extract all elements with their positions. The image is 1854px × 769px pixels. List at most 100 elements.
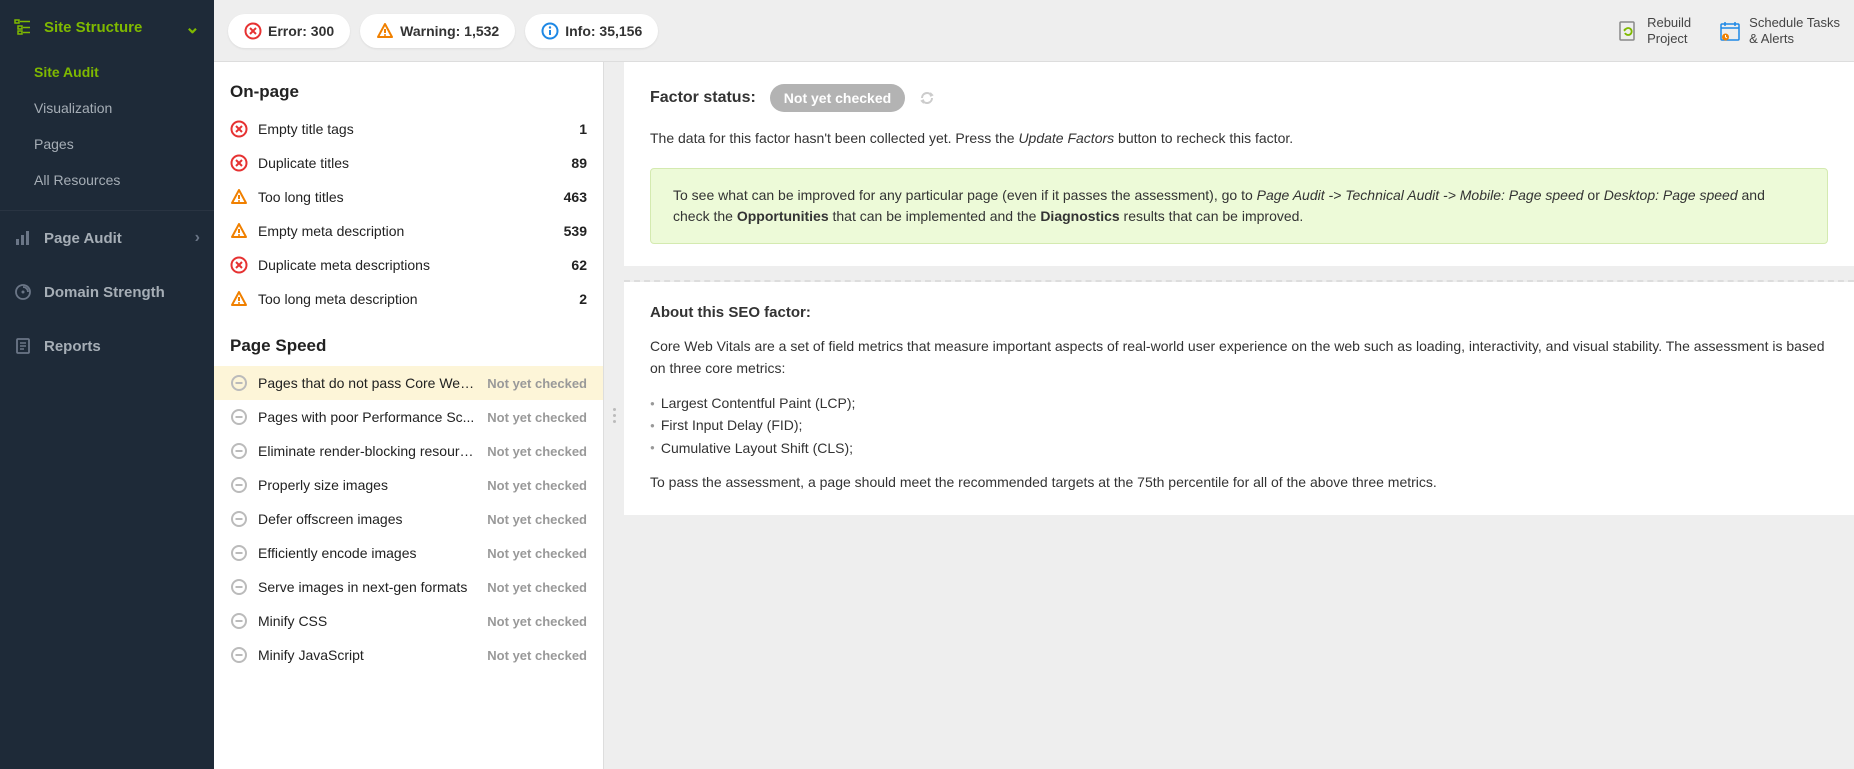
nav-site-structure[interactable]: Site Structure ⌄ <box>0 0 214 54</box>
factor-name: Duplicate meta descriptions <box>258 257 555 273</box>
factor-row[interactable]: Defer offscreen images Not yet checked <box>214 502 603 536</box>
factor-name: Minify JavaScript <box>258 647 477 663</box>
site-structure-icon <box>14 18 32 36</box>
tip-box: To see what can be improved for any part… <box>650 168 1828 244</box>
about-title: About this SEO factor: <box>650 304 1828 321</box>
nav-reports[interactable]: Reports <box>0 319 214 373</box>
factor-value: 89 <box>571 155 587 171</box>
page-audit-icon <box>14 229 32 247</box>
factor-row[interactable]: Serve images in next-gen formatsNot yet … <box>214 570 603 604</box>
factor-row[interactable]: Minify CSS Not yet checked <box>214 604 603 638</box>
factor-status: Not yet checked <box>487 648 587 663</box>
warning-icon <box>376 22 394 40</box>
section-onpage-title: On-page <box>214 62 603 112</box>
factor-status: Not yet checked <box>487 614 587 629</box>
factor-name: Duplicate titles <box>258 155 555 171</box>
factor-row[interactable]: Eliminate render-blocking resourc... Not … <box>214 434 603 468</box>
factor-status: Not yet checked <box>487 376 587 391</box>
sidebar: Site Structure ⌄ Site Audit Visualizatio… <box>0 0 214 769</box>
warning-pill[interactable]: Warning: 1,532 <box>360 14 515 48</box>
factor-value: 62 <box>571 257 587 273</box>
factor-status-label: Factor status: <box>650 89 756 107</box>
factor-row[interactable]: Duplicate titles 89 <box>214 146 603 180</box>
error-icon <box>244 22 262 40</box>
info-icon <box>541 22 559 40</box>
factor-name: Empty meta description <box>258 223 548 239</box>
factor-name: Eliminate render-blocking resourc... <box>258 443 477 459</box>
factor-status: Not yet checked <box>487 444 587 459</box>
chevron-right-icon: › <box>195 229 200 247</box>
neutral-icon <box>230 476 248 494</box>
factor-name: Empty title tags <box>258 121 563 137</box>
neutral-icon <box>230 408 248 426</box>
error-icon <box>230 154 248 172</box>
factor-value: 539 <box>564 223 587 239</box>
rebuild-line1: Rebuild <box>1647 15 1691 30</box>
factor-value: 2 <box>579 291 587 307</box>
factor-name: Defer offscreen images <box>258 511 477 527</box>
neutral-icon <box>230 646 248 664</box>
factor-status-badge: Not yet checked <box>770 84 905 112</box>
factor-row[interactable]: Empty title tags 1 <box>214 112 603 146</box>
error-pill[interactable]: Error: 300 <box>228 14 350 48</box>
factor-name: Too long meta description <box>258 291 563 307</box>
error-icon <box>230 120 248 138</box>
schedule-line2: & Alerts <box>1749 31 1794 46</box>
neutral-icon <box>230 374 248 392</box>
neutral-icon <box>230 544 248 562</box>
nav-site-structure-label: Site Structure <box>44 19 142 36</box>
domain-strength-icon <box>14 283 32 301</box>
nav-page-audit[interactable]: Page Audit › <box>0 211 214 265</box>
neutral-icon <box>230 442 248 460</box>
rebuild-project-button[interactable]: RebuildProject <box>1617 15 1691 46</box>
factors-panel: On-page Empty title tags 1 Duplicate title… <box>214 62 604 769</box>
info-pill[interactable]: Info: 35,156 <box>525 14 658 48</box>
nav-page-audit-label: Page Audit <box>44 230 122 247</box>
factor-name: Minify CSS <box>258 613 477 629</box>
error-pill-label: Error: 300 <box>268 23 334 39</box>
warning-pill-label: Warning: 1,532 <box>400 23 499 39</box>
nav-pages[interactable]: Pages <box>0 126 214 162</box>
about-body: Core Web Vitals are a set of field metri… <box>650 335 1828 493</box>
factor-name: Too long titles <box>258 189 548 205</box>
factor-name: Pages that do not pass Core Web... <box>258 375 477 391</box>
schedule-tasks-button[interactable]: Schedule Tasks& Alerts <box>1719 15 1840 46</box>
warning-icon <box>230 222 248 240</box>
factor-row[interactable]: Duplicate meta descriptions 62 <box>214 248 603 282</box>
nav-domain-strength[interactable]: Domain Strength <box>0 265 214 319</box>
factor-row[interactable]: Too long meta description 2 <box>214 282 603 316</box>
factor-status-desc: The data for this factor hasn't been col… <box>650 130 1828 146</box>
factor-name: Properly size images <box>258 477 477 493</box>
factor-row[interactable]: Pages with poor Performance Sc... Not yet… <box>214 400 603 434</box>
factor-row[interactable]: Empty meta description 539 <box>214 214 603 248</box>
warning-icon <box>230 290 248 308</box>
nav-visualization[interactable]: Visualization <box>0 90 214 126</box>
info-pill-label: Info: 35,156 <box>565 23 642 39</box>
factor-row[interactable]: Minify JavaScript Not yet checked <box>214 638 603 672</box>
factor-status: Not yet checked <box>487 478 587 493</box>
nav-reports-label: Reports <box>44 338 101 355</box>
factor-row[interactable]: Properly size images Not yet checked <box>214 468 603 502</box>
factor-name: Pages with poor Performance Sc... <box>258 409 477 425</box>
nav-all-resources[interactable]: All Resources <box>0 162 214 198</box>
nav-site-audit[interactable]: Site Audit <box>0 54 214 90</box>
factor-status: Not yet checked <box>487 410 587 425</box>
refresh-icon[interactable] <box>919 90 935 106</box>
calendar-icon <box>1719 20 1741 42</box>
factor-value: 463 <box>564 189 587 205</box>
factor-row[interactable]: Too long titles 463 <box>214 180 603 214</box>
factor-row[interactable]: Efficiently encode imagesNot yet checked <box>214 536 603 570</box>
panel-resize-handle[interactable] <box>604 62 624 769</box>
nav-domain-strength-label: Domain Strength <box>44 284 165 301</box>
factor-value: 1 <box>579 121 587 137</box>
error-icon <box>230 256 248 274</box>
rebuild-line2: Project <box>1647 31 1687 46</box>
topbar: Error: 300 Warning: 1,532 Info: 35,156 R <box>214 0 1854 62</box>
schedule-line1: Schedule Tasks <box>1749 15 1840 30</box>
factor-status: Not yet checked <box>487 512 587 527</box>
factor-row[interactable]: Pages that do not pass Core Web... Not ye… <box>214 366 603 400</box>
reports-icon <box>14 337 32 355</box>
factor-name: Efficiently encode images <box>258 545 477 561</box>
neutral-icon <box>230 578 248 596</box>
neutral-icon <box>230 612 248 630</box>
